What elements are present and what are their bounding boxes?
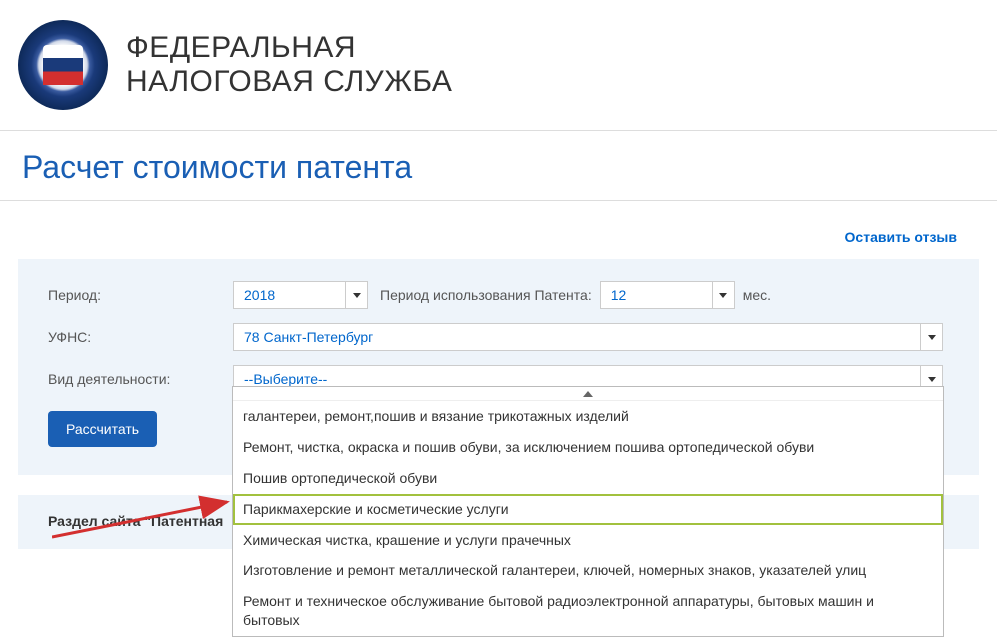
- activity-dropdown: галантереи, ремонт,пошив и вязание трико…: [232, 386, 944, 637]
- feedback-link[interactable]: Оставить отзыв: [845, 229, 957, 245]
- year-select[interactable]: 2018: [233, 281, 368, 309]
- months-suffix: мес.: [743, 287, 771, 303]
- dropdown-item[interactable]: галантереи, ремонт,пошив и вязание трико…: [233, 401, 943, 432]
- page-title: Расчет стоимости патента: [0, 131, 997, 201]
- dropdown-item[interactable]: Парикмахерские и косметические услуги: [233, 494, 943, 525]
- ufns-select[interactable]: 78 Санкт-Петербург: [233, 323, 943, 351]
- activity-value: --Выберите--: [234, 371, 920, 387]
- dropdown-item[interactable]: Ремонт, чистка, окраска и пошив обуви, з…: [233, 432, 943, 463]
- dropdown-list: галантереи, ремонт,пошив и вязание трико…: [233, 401, 943, 636]
- period-label: Период:: [48, 287, 233, 303]
- feedback-row: Оставить отзыв: [0, 201, 997, 259]
- dropdown-item[interactable]: Ремонт и техническое обслуживание бытово…: [233, 586, 943, 636]
- ufns-value: 78 Санкт-Петербург: [234, 329, 920, 345]
- row-ufns: УФНС: 78 Санкт-Петербург: [48, 323, 949, 351]
- row-period: Период: 2018 Период использования Патент…: [48, 281, 949, 309]
- chevron-down-icon: [345, 282, 367, 308]
- section-link[interactable]: Раздел сайта "Патентная: [48, 513, 223, 529]
- chevron-down-icon: [920, 324, 942, 350]
- year-value: 2018: [234, 287, 345, 303]
- ufns-label: УФНС:: [48, 329, 233, 345]
- activity-label: Вид деятельности:: [48, 371, 233, 387]
- dropdown-item[interactable]: Химическая чистка, крашение и услуги пра…: [233, 525, 943, 556]
- chevron-up-icon: [583, 391, 593, 397]
- period-usage-label: Период использования Патента:: [380, 287, 592, 303]
- months-value: 12: [601, 287, 712, 303]
- chevron-down-icon: [712, 282, 734, 308]
- header: ФЕДЕРАЛЬНАЯ НАЛОГОВАЯ СЛУЖБА: [0, 0, 997, 131]
- org-title: ФЕДЕРАЛЬНАЯ НАЛОГОВАЯ СЛУЖБА: [126, 31, 452, 100]
- calculate-button[interactable]: Рассчитать: [48, 411, 157, 447]
- dropdown-item[interactable]: Пошив ортопедической обуви: [233, 463, 943, 494]
- months-select[interactable]: 12: [600, 281, 735, 309]
- org-title-line1: ФЕДЕРАЛЬНАЯ: [126, 31, 452, 66]
- dropdown-item[interactable]: Изготовление и ремонт металлической гала…: [233, 555, 943, 586]
- fns-logo: [18, 20, 108, 110]
- org-title-line2: НАЛОГОВАЯ СЛУЖБА: [126, 65, 452, 100]
- dropdown-scroll-up[interactable]: [233, 387, 943, 401]
